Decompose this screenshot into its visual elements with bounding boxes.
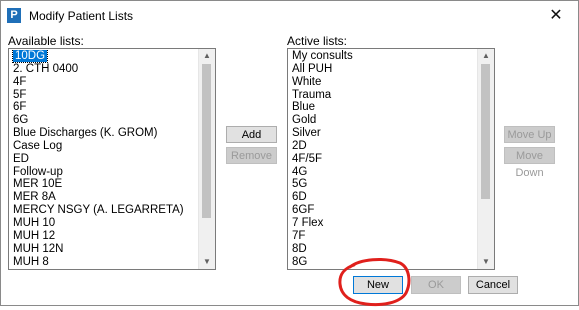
available-lists-listbox[interactable]: 10DG 2. CTH 0400 4F 5F 6F 6G Blue Discharges (… bbox=[8, 48, 216, 270]
list-item[interactable]: ED bbox=[10, 153, 198, 166]
move-up-button[interactable]: Move Up bbox=[504, 126, 555, 143]
list-item[interactable]: 7 Flex bbox=[289, 217, 477, 230]
list-item-label: All PUH bbox=[292, 62, 333, 75]
list-item[interactable]: 10DG bbox=[10, 50, 198, 63]
remove-button[interactable]: Remove bbox=[226, 147, 277, 164]
list-item-label: MUH 10 bbox=[13, 216, 56, 229]
list-item[interactable]: 6G bbox=[10, 114, 198, 127]
list-item[interactable]: MUH 8 bbox=[10, 256, 198, 269]
list-item-label: 4F/5F bbox=[292, 152, 323, 165]
list-item-label: 4G bbox=[292, 165, 308, 178]
list-item[interactable]: Blue bbox=[289, 101, 477, 114]
available-lists-scrollbar[interactable]: ▲ ▼ bbox=[198, 49, 215, 269]
list-item-label: ED bbox=[13, 152, 29, 165]
list-item-label: MUH 12 bbox=[13, 229, 56, 242]
scroll-down-arrow-icon[interactable]: ▼ bbox=[478, 255, 494, 269]
available-lists-items: 10DG 2. CTH 0400 4F 5F 6F 6G Blue Discharges (… bbox=[10, 50, 198, 268]
close-button[interactable]: ✕ bbox=[534, 1, 578, 31]
list-item-label: Trauma bbox=[292, 88, 332, 101]
app-icon: P bbox=[7, 8, 21, 23]
list-item-label: 2D bbox=[292, 139, 307, 152]
list-item[interactable]: 4G bbox=[289, 166, 477, 179]
new-button[interactable]: New bbox=[353, 276, 403, 294]
list-item-label: MERCY NSGY (A. LEGARRETA) bbox=[13, 204, 184, 217]
list-item[interactable]: Blue Discharges (K. GROM) bbox=[10, 127, 198, 140]
title-bar: P Modify Patient Lists ✕ bbox=[1, 1, 578, 31]
list-item[interactable]: MUH 12N bbox=[10, 243, 198, 256]
list-item[interactable]: MUH 10 bbox=[10, 217, 198, 230]
list-item[interactable]: 8D bbox=[289, 243, 477, 256]
list-item-label: MUH 12N bbox=[13, 242, 64, 255]
list-item-label: 6F bbox=[13, 101, 27, 114]
list-item-label: 4F bbox=[13, 75, 27, 88]
active-lists-scrollbar[interactable]: ▲ ▼ bbox=[477, 49, 494, 269]
list-item-label: My consults bbox=[292, 50, 353, 62]
list-item-label: Blue Discharges (K. GROM) bbox=[13, 127, 158, 140]
list-item[interactable]: Follow-up bbox=[10, 166, 198, 179]
list-item-label: 10DG bbox=[11, 50, 49, 63]
list-item-label: MER 8A bbox=[13, 191, 56, 204]
scroll-up-arrow-icon[interactable]: ▲ bbox=[478, 49, 494, 63]
list-item[interactable]: MER 8A bbox=[10, 191, 198, 204]
list-item-label: Silver bbox=[292, 127, 321, 140]
window-title: Modify Patient Lists bbox=[29, 9, 134, 23]
list-item[interactable]: 7F bbox=[289, 230, 477, 243]
active-lists-listbox[interactable]: My consults All PUH White Trauma Blue Gold Sil… bbox=[287, 48, 495, 270]
list-item[interactable]: 8G bbox=[289, 256, 477, 269]
list-item-label: 6G bbox=[13, 114, 29, 127]
list-item[interactable]: 6GF bbox=[289, 204, 477, 217]
list-item[interactable]: White bbox=[289, 76, 477, 89]
list-item-label: 6GF bbox=[292, 204, 315, 217]
list-item[interactable]: 5F bbox=[10, 89, 198, 102]
list-item[interactable]: Case Log bbox=[10, 140, 198, 153]
list-item[interactable]: Gold bbox=[289, 114, 477, 127]
list-item-label: Case Log bbox=[13, 139, 63, 152]
list-item[interactable]: My consults bbox=[289, 50, 477, 63]
active-lists-label: Active lists: bbox=[287, 34, 348, 48]
list-item-label: MER 10E bbox=[13, 178, 63, 191]
list-item-label: 5G bbox=[292, 178, 308, 191]
list-item[interactable]: 4F/5F bbox=[289, 153, 477, 166]
list-item[interactable]: 6F bbox=[10, 101, 198, 114]
list-item-label: 8D bbox=[292, 242, 307, 255]
list-item[interactable]: MERCY NSGY (A. LEGARRETA) bbox=[10, 204, 198, 217]
list-item[interactable]: MER 10E bbox=[10, 178, 198, 191]
scroll-up-arrow-icon[interactable]: ▲ bbox=[199, 49, 215, 63]
list-item-label: 7F bbox=[292, 229, 306, 242]
ok-button[interactable]: OK bbox=[411, 276, 461, 294]
available-lists-label: Available lists: bbox=[8, 34, 84, 48]
list-item[interactable]: Trauma bbox=[289, 89, 477, 102]
list-item-label: 8G bbox=[292, 255, 308, 268]
list-item-label: MUH 8 bbox=[13, 255, 49, 268]
list-item-label: 6D bbox=[292, 191, 307, 204]
list-item-label: Gold bbox=[292, 114, 317, 127]
close-icon: ✕ bbox=[549, 7, 563, 24]
scroll-thumb[interactable] bbox=[202, 64, 211, 218]
list-item[interactable]: 2D bbox=[289, 140, 477, 153]
list-item-label: 5F bbox=[13, 88, 27, 101]
list-item[interactable]: 2. CTH 0400 bbox=[10, 63, 198, 76]
scroll-thumb[interactable] bbox=[481, 64, 490, 199]
list-item[interactable]: 5G bbox=[289, 178, 477, 191]
list-item[interactable]: 6D bbox=[289, 191, 477, 204]
scroll-down-arrow-icon[interactable]: ▼ bbox=[199, 255, 215, 269]
list-item-label: Blue bbox=[292, 101, 316, 114]
list-item-label: 2. CTH 0400 bbox=[13, 62, 79, 75]
cancel-button[interactable]: Cancel bbox=[468, 276, 518, 294]
list-item-label: Follow-up bbox=[13, 165, 63, 178]
add-button[interactable]: Add bbox=[226, 126, 277, 143]
modify-patient-lists-dialog: P Modify Patient Lists ✕ Available lists… bbox=[0, 0, 579, 306]
list-item-label: White bbox=[292, 75, 322, 88]
list-item[interactable]: Silver bbox=[289, 127, 477, 140]
list-item[interactable]: All PUH bbox=[289, 63, 477, 76]
active-lists-items: My consults All PUH White Trauma Blue Gold Sil… bbox=[289, 50, 477, 268]
move-down-button[interactable]: Move Down bbox=[504, 147, 555, 179]
list-item[interactable]: MUH 12 bbox=[10, 230, 198, 243]
list-item[interactable]: 4F bbox=[10, 76, 198, 89]
list-item-label: 7 Flex bbox=[292, 216, 324, 229]
